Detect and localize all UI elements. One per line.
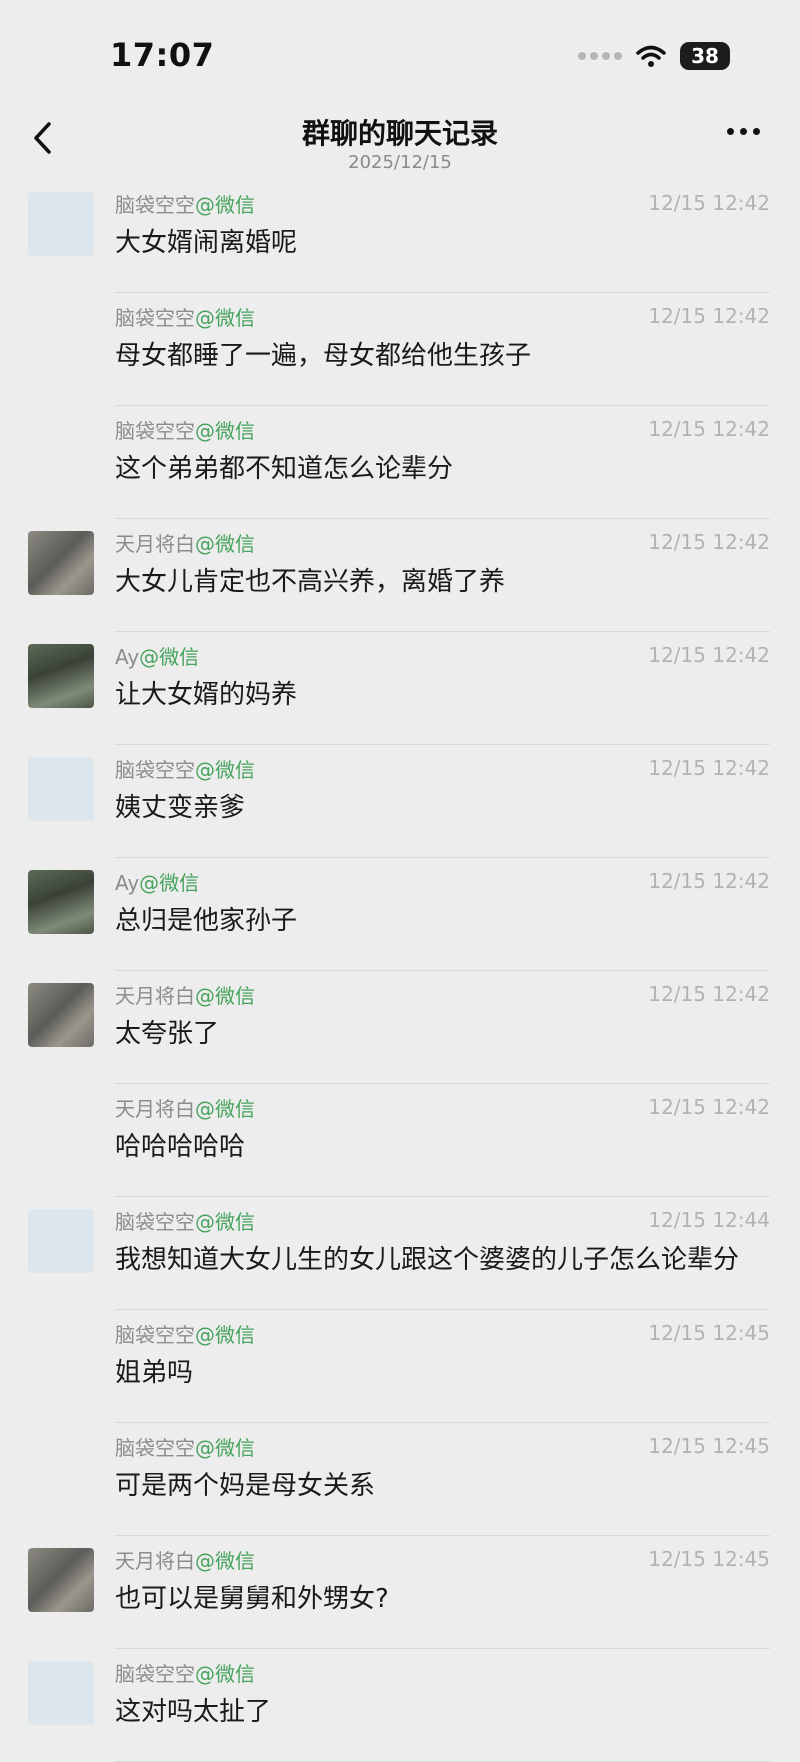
sender-name: 脑袋空空@微信 [115,757,255,782]
chat-message: 天月将白@微信 12/15 12:42 大女儿肯定也不高兴养，离婚了养 [0,519,800,632]
sender-name: Ay@微信 [115,870,200,895]
signal-icon [578,52,622,60]
page-title: 群聊的聊天记录 [301,117,498,150]
chat-message: 天月将白@微信 12/15 12:45 也可以是舅舅和外甥女? [0,1536,800,1649]
message-time: 12/15 12:42 [648,643,770,667]
chat-message: 脑袋空空@微信 12/15 12:42 大女婿闹离婚呢 [0,180,800,293]
status-bar: 17:07 38 [0,0,800,100]
avatar [28,1548,94,1612]
sender-name: 天月将白@微信 [115,1096,255,1121]
avatar [28,757,94,821]
wifi-icon [636,45,666,67]
source-label: @微信 [195,983,255,1008]
avatar [28,1661,94,1725]
sender-name: 脑袋空空@微信 [115,305,255,330]
chat-message: 脑袋空空@微信 12/15 12:42 母女都睡了一遍，母女都给他生孩子 [0,293,800,406]
chat-message: 脑袋空空@微信 12/15 12:42 这个弟弟都不知道怎么论辈分 [0,406,800,519]
source-label: @微信 [195,1209,255,1234]
message-time: 12/15 12:42 [648,304,770,328]
message-text: 姐弟吗 [115,1358,194,1388]
battery-icon: 38 [680,42,730,70]
source-label: @微信 [195,531,255,556]
message-text: 哈哈哈哈哈 [115,1132,246,1162]
source-label: @微信 [195,1435,255,1460]
source-label: @微信 [139,644,200,669]
chat-message: 脑袋空空@微信 12/15 12:45 可是两个妈是母女关系 [0,1423,800,1536]
status-icons: 38 [578,42,730,70]
message-time: 12/15 12:42 [648,1095,770,1119]
message-text: 这对吗太扯了 [115,1697,272,1727]
sender-name: 脑袋空空@微信 [115,1322,255,1347]
sender-name: 天月将白@微信 [115,1548,255,1573]
message-time: 12/15 12:42 [648,756,770,780]
source-label: @微信 [195,305,255,330]
more-options-button[interactable] [727,128,760,135]
sender-name: 脑袋空空@微信 [115,418,255,443]
avatar [28,531,94,595]
chat-message: 脑袋空空@微信 12/15 12:42 姨丈变亲爹 [0,745,800,858]
chat-message: 脑袋空空@微信 这对吗太扯了 [0,1649,800,1762]
message-time: 12/15 12:45 [648,1321,770,1345]
source-label: @微信 [195,1661,255,1686]
avatar [28,192,94,256]
source-label: @微信 [195,1096,255,1121]
source-label: @微信 [195,418,255,443]
message-text: 可是两个妈是母女关系 [115,1471,376,1501]
message-time: 12/15 12:42 [648,530,770,554]
message-time: 12/15 12:42 [648,982,770,1006]
source-label: @微信 [139,870,200,895]
message-text: 这个弟弟都不知道怎么论辈分 [115,454,454,484]
chat-message: Ay@微信 12/15 12:42 让大女婿的妈养 [0,632,800,745]
message-time: 12/15 12:42 [648,191,770,215]
avatar [28,644,94,708]
nav-bar: 群聊的聊天记录 2025/12/15 [0,100,800,180]
message-text: 总归是他家孙子 [115,906,298,936]
avatar [28,983,94,1047]
message-text: 大女婿闹离婚呢 [115,228,298,258]
sender-name: 天月将白@微信 [115,983,255,1008]
sender-name: 脑袋空空@微信 [115,1209,255,1234]
chat-message: 脑袋空空@微信 12/15 12:45 姐弟吗 [0,1310,800,1423]
sender-name: 脑袋空空@微信 [115,192,255,217]
sender-name: Ay@微信 [115,644,200,669]
page-subtitle: 2025/12/15 [348,152,452,173]
source-label: @微信 [195,1322,255,1347]
message-time: 12/15 12:44 [648,1208,770,1232]
sender-name: 天月将白@微信 [115,531,255,556]
sender-name: 脑袋空空@微信 [115,1661,255,1686]
status-time: 17:07 [110,36,215,74]
message-text: 母女都睡了一遍，母女都给他生孩子 [115,341,532,371]
chat-message: 天月将白@微信 12/15 12:42 太夸张了 [0,971,800,1084]
source-label: @微信 [195,1548,255,1573]
message-text: 我想知道大女儿生的女儿跟这个婆婆的儿子怎么论辈分 [115,1245,740,1275]
message-time: 12/15 12:42 [648,869,770,893]
message-text: 也可以是舅舅和外甥女? [115,1584,389,1614]
message-list: 脑袋空空@微信 12/15 12:42 大女婿闹离婚呢 脑袋空空@微信 12/1… [0,180,800,1762]
sender-name: 脑袋空空@微信 [115,1435,255,1460]
chat-message: 脑袋空空@微信 12/15 12:44 我想知道大女儿生的女儿跟这个婆婆的儿子怎… [0,1197,800,1310]
avatar [28,1209,94,1273]
avatar [28,870,94,934]
chat-message: 天月将白@微信 12/15 12:42 哈哈哈哈哈 [0,1084,800,1197]
source-label: @微信 [195,192,255,217]
message-text: 大女儿肯定也不高兴养，离婚了养 [115,567,506,597]
chat-message: Ay@微信 12/15 12:42 总归是他家孙子 [0,858,800,971]
message-text: 太夸张了 [115,1019,220,1049]
message-text: 让大女婿的妈养 [115,680,298,710]
message-text: 姨丈变亲爹 [115,793,246,823]
source-label: @微信 [195,757,255,782]
message-time: 12/15 12:42 [648,417,770,441]
message-time: 12/15 12:45 [648,1434,770,1458]
message-time: 12/15 12:45 [648,1547,770,1571]
